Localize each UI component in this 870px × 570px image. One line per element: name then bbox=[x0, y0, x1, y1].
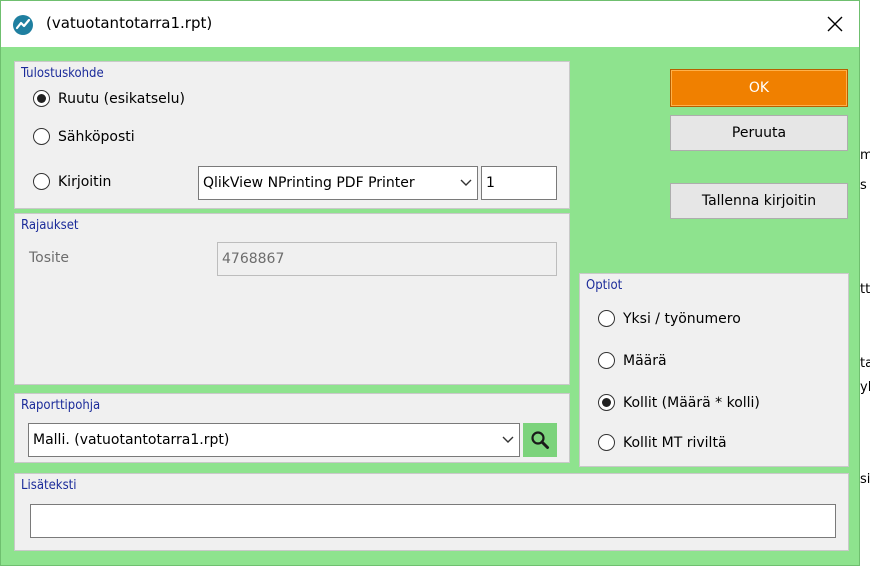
radio-button[interactable] bbox=[33, 173, 50, 190]
radio-button-selected[interactable] bbox=[33, 90, 50, 107]
radio-label: Määrä bbox=[623, 352, 667, 369]
radio-single-per-job[interactable]: Yksi / työnumero bbox=[598, 310, 741, 327]
radio-packages-from-row[interactable]: Kollit MT riviltä bbox=[598, 434, 727, 451]
background-text-fragment: si bbox=[860, 472, 870, 487]
radio-label: Kollit MT riviltä bbox=[623, 434, 727, 451]
background-text-fragment: yl bbox=[860, 380, 870, 395]
report-template-group: Raporttipohja Malli. (vatuotantotarra1.r… bbox=[14, 393, 570, 463]
background-text-fragment: tt bbox=[860, 282, 870, 297]
radio-label: Yksi / työnumero bbox=[623, 310, 741, 327]
tosite-label: Tosite bbox=[29, 250, 70, 266]
ok-button[interactable]: OK bbox=[670, 69, 848, 107]
report-template-select[interactable]: Malli. (vatuotantotarra1.rpt) bbox=[28, 423, 520, 457]
filters-group: Rajaukset Tosite 4768867 bbox=[14, 213, 570, 385]
options-group: Optiot Yksi / työnumero Määrä Kollit (Mä… bbox=[579, 273, 849, 467]
output-target-legend: Tulostuskohde bbox=[21, 66, 104, 81]
title-bar[interactable]: (vatuotantotarra1.rpt) bbox=[1, 1, 859, 47]
additional-text-legend: Lisäteksti bbox=[21, 478, 77, 493]
close-button[interactable] bbox=[815, 7, 855, 41]
radio-label: Sähköposti bbox=[58, 128, 135, 145]
background-text-fragment: ta bbox=[860, 356, 870, 371]
options-legend: Optiot bbox=[586, 278, 623, 293]
filters-legend: Rajaukset bbox=[21, 218, 79, 233]
background-text-fragment: s bbox=[860, 178, 867, 193]
radio-label: Kirjoitin bbox=[58, 173, 112, 190]
printer-select-value: QlikView NPrinting PDF Printer bbox=[203, 175, 415, 191]
radio-button-selected[interactable] bbox=[598, 394, 615, 411]
cancel-button[interactable]: Peruuta bbox=[670, 115, 848, 151]
app-logo-icon bbox=[13, 15, 33, 35]
save-printer-button[interactable]: Tallenna kirjoitin bbox=[670, 183, 848, 219]
tosite-field: 4768867 bbox=[217, 242, 557, 276]
template-search-button[interactable] bbox=[523, 423, 557, 457]
print-dialog: (vatuotantotarra1.rpt) Tulostuskohde Ruu… bbox=[0, 0, 860, 566]
radio-button[interactable] bbox=[598, 310, 615, 327]
window-title: (vatuotantotarra1.rpt) bbox=[46, 14, 213, 32]
radio-screen-preview[interactable]: Ruutu (esikatselu) bbox=[33, 90, 185, 107]
report-template-legend: Raporttipohja bbox=[21, 398, 101, 413]
chevron-down-icon bbox=[502, 436, 514, 443]
radio-printer[interactable]: Kirjoitin bbox=[33, 173, 111, 190]
close-icon bbox=[827, 16, 843, 32]
chevron-down-icon bbox=[460, 179, 472, 186]
radio-label: Kollit (Määrä * kolli) bbox=[623, 394, 760, 411]
background-text-fragment: m bbox=[860, 148, 870, 163]
radio-quantity[interactable]: Määrä bbox=[598, 352, 667, 369]
radio-email[interactable]: Sähköposti bbox=[33, 128, 135, 145]
printer-select[interactable]: QlikView NPrinting PDF Printer bbox=[198, 166, 478, 200]
output-target-group: Tulostuskohde Ruutu (esikatselu) Sähköpo… bbox=[14, 61, 570, 209]
search-icon bbox=[531, 431, 549, 449]
copies-input[interactable]: 1 bbox=[481, 166, 557, 200]
radio-button[interactable] bbox=[598, 434, 615, 451]
additional-text-group: Lisäteksti bbox=[14, 473, 849, 551]
report-template-value: Malli. (vatuotantotarra1.rpt) bbox=[33, 432, 230, 448]
radio-button[interactable] bbox=[33, 128, 50, 145]
additional-text-input[interactable] bbox=[30, 504, 836, 538]
radio-label: Ruutu (esikatselu) bbox=[58, 90, 185, 107]
radio-button[interactable] bbox=[598, 352, 615, 369]
radio-packages[interactable]: Kollit (Määrä * kolli) bbox=[598, 394, 760, 411]
